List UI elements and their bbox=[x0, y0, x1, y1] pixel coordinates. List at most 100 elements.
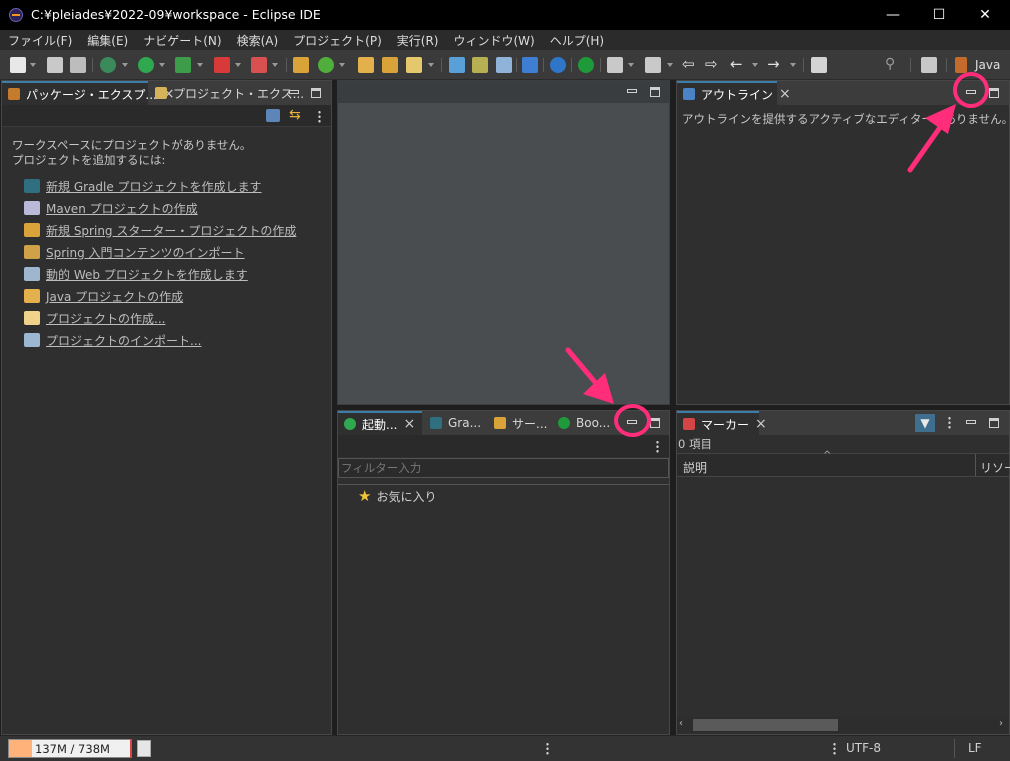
link-import-project-label[interactable]: プロジェクトのインポート... bbox=[46, 332, 201, 349]
debug-skip-dropdown-icon[interactable] bbox=[122, 63, 128, 67]
tab-gradle[interactable]: Gra... bbox=[424, 411, 488, 435]
tree-item-favorites[interactable]: ★ お気に入り bbox=[358, 487, 436, 505]
menu-edit[interactable]: 編集(E) bbox=[79, 32, 135, 49]
link-new-gradle-project[interactable]: 新規 Gradle プロジェクトを作成します bbox=[24, 177, 262, 195]
stop-icon[interactable] bbox=[214, 57, 230, 73]
external-tools-icon[interactable] bbox=[251, 57, 267, 73]
previous-edit-icon[interactable]: ⇦ bbox=[682, 55, 698, 73]
tab-outline[interactable]: アウトライン × bbox=[677, 81, 791, 105]
open-type-icon[interactable] bbox=[358, 57, 374, 73]
pen-dropdown-icon[interactable] bbox=[428, 63, 434, 67]
column-description[interactable]: 説明 bbox=[683, 459, 707, 476]
menu-project[interactable]: プロジェクト(P) bbox=[285, 32, 389, 49]
close-tab-icon[interactable]: × bbox=[755, 416, 767, 432]
link-create-java-project[interactable]: Java プロジェクトの作成 bbox=[24, 287, 183, 305]
link-create-java-project-label[interactable]: Java プロジェクトの作成 bbox=[46, 288, 183, 305]
external-tools-dropdown-icon[interactable] bbox=[272, 63, 278, 67]
run-dropdown-icon[interactable] bbox=[159, 63, 165, 67]
minimize-button[interactable]: — bbox=[870, 0, 916, 30]
link-new-spring-starter[interactable]: 新規 Spring スターター・プロジェクトの作成 bbox=[24, 221, 296, 239]
perspective-java-label[interactable]: Java bbox=[975, 58, 1000, 72]
editor-minimize-icon[interactable] bbox=[627, 89, 637, 93]
new-dropdown-icon[interactable] bbox=[30, 63, 36, 67]
annotation-dropdown-icon[interactable] bbox=[628, 63, 634, 67]
editor-maximize-icon[interactable] bbox=[650, 87, 660, 97]
debug-dropdown-icon[interactable] bbox=[197, 63, 203, 67]
stop-dropdown-icon[interactable] bbox=[235, 63, 241, 67]
pin-dropdown-icon[interactable] bbox=[667, 63, 673, 67]
line-ending-status[interactable]: LF bbox=[968, 741, 982, 755]
tab-markers[interactable]: マーカー × bbox=[677, 411, 767, 435]
tab-package-explorer[interactable]: パッケージ・エクスプ... × bbox=[2, 81, 175, 105]
new-class-icon[interactable] bbox=[318, 57, 334, 73]
link-new-spring-starter-label[interactable]: 新規 Spring スターター・プロジェクトの作成 bbox=[46, 222, 296, 239]
launch-maximize-icon[interactable] bbox=[650, 418, 660, 428]
view-menu-icon[interactable] bbox=[656, 440, 659, 453]
link-new-dynamic-web-project-label[interactable]: 動的 Web プロジェクトを作成します bbox=[46, 266, 248, 283]
outline-maximize-icon[interactable] bbox=[989, 88, 999, 98]
open-task-icon[interactable] bbox=[382, 57, 398, 73]
link-new-dynamic-web-project[interactable]: 動的 Web プロジェクトを作成します bbox=[24, 265, 248, 283]
collapse-all-icon[interactable] bbox=[266, 109, 280, 122]
link-import-project[interactable]: プロジェクトのインポート... bbox=[24, 331, 201, 349]
link-import-spring-guides-label[interactable]: Spring 入門コンテンツのインポート bbox=[46, 244, 245, 261]
filter-funnel-icon[interactable]: ▼ bbox=[915, 414, 935, 432]
tab-project-explorer[interactable]: プロジェクト・エクス... bbox=[149, 81, 304, 105]
view-menu-icon[interactable] bbox=[948, 416, 951, 429]
new-class-dropdown-icon[interactable] bbox=[339, 63, 345, 67]
tab-boot-dashboard[interactable]: Boo... bbox=[552, 411, 618, 435]
back-icon[interactable]: ← bbox=[730, 55, 746, 73]
search-icon[interactable]: ⚲ bbox=[885, 56, 901, 72]
open-perspective-button-icon[interactable] bbox=[921, 57, 937, 73]
back-dropdown-icon[interactable] bbox=[752, 63, 758, 67]
menu-window[interactable]: ウィンドウ(W) bbox=[445, 32, 541, 49]
save-icon[interactable] bbox=[47, 57, 63, 73]
link-create-maven-project[interactable]: Maven プロジェクトの作成 bbox=[24, 199, 198, 217]
maximize-button[interactable]: ☐ bbox=[916, 0, 962, 30]
view-menu-icon[interactable] bbox=[318, 110, 321, 123]
pen-icon[interactable] bbox=[406, 57, 422, 73]
markers-maximize-icon[interactable] bbox=[989, 418, 999, 428]
markers-minimize-icon[interactable] bbox=[966, 420, 976, 424]
new-package-icon[interactable] bbox=[293, 57, 309, 73]
link-create-maven-project-label[interactable]: Maven プロジェクトの作成 bbox=[46, 200, 198, 217]
maximize-view-icon[interactable] bbox=[311, 88, 321, 98]
next-edit-icon[interactable]: ⇨ bbox=[705, 55, 721, 73]
encoding-status[interactable]: UTF-8 bbox=[846, 741, 881, 755]
close-tab-icon[interactable]: × bbox=[779, 86, 791, 102]
menu-help[interactable]: ヘルプ(H) bbox=[542, 32, 611, 49]
annotation-icon[interactable] bbox=[607, 57, 623, 73]
power-icon[interactable] bbox=[578, 57, 594, 73]
console-icon[interactable] bbox=[522, 57, 538, 73]
minimize-view-icon[interactable] bbox=[289, 90, 299, 94]
scrollbar-thumb[interactable] bbox=[693, 719, 838, 731]
close-button[interactable]: ✕ bbox=[962, 0, 1008, 30]
scroll-right-icon[interactable]: › bbox=[999, 718, 1003, 729]
forward-icon[interactable]: → bbox=[767, 55, 783, 73]
open-perspective-icon[interactable] bbox=[449, 57, 465, 73]
debug-icon[interactable] bbox=[175, 57, 191, 73]
link-new-gradle-project-label[interactable]: 新規 Gradle プロジェクトを作成します bbox=[46, 178, 262, 195]
link-import-spring-guides[interactable]: Spring 入門コンテンツのインポート bbox=[24, 243, 245, 261]
debug-skip-icon[interactable] bbox=[100, 57, 116, 73]
horizontal-scrollbar[interactable]: ‹ › bbox=[677, 717, 1009, 733]
garbage-collect-icon[interactable] bbox=[137, 740, 151, 757]
link-with-editor-icon[interactable]: ⇆ bbox=[289, 107, 301, 123]
filter-input[interactable]: フィルター入力 bbox=[338, 458, 669, 478]
run-icon[interactable] bbox=[138, 57, 154, 73]
link-create-project[interactable]: プロジェクトの作成... bbox=[24, 309, 165, 327]
menu-run[interactable]: 実行(R) bbox=[389, 32, 446, 49]
access-icon[interactable] bbox=[811, 57, 827, 73]
close-tab-icon[interactable]: × bbox=[403, 416, 415, 432]
menu-file[interactable]: ファイル(F) bbox=[0, 32, 79, 49]
tab-launch[interactable]: 起動... × bbox=[338, 411, 422, 435]
build-icon[interactable] bbox=[496, 57, 512, 73]
scroll-left-icon[interactable]: ‹ bbox=[679, 718, 683, 729]
spring-boot-icon[interactable] bbox=[472, 57, 488, 73]
menu-navigate[interactable]: ナビゲート(N) bbox=[135, 32, 228, 49]
column-resource[interactable]: リソース bbox=[980, 459, 1010, 476]
heap-status-bar[interactable]: 137M / 738M bbox=[8, 739, 131, 758]
settings-gear-icon[interactable] bbox=[550, 57, 566, 73]
new-icon[interactable] bbox=[10, 57, 26, 73]
forward-dropdown-icon[interactable] bbox=[790, 63, 796, 67]
